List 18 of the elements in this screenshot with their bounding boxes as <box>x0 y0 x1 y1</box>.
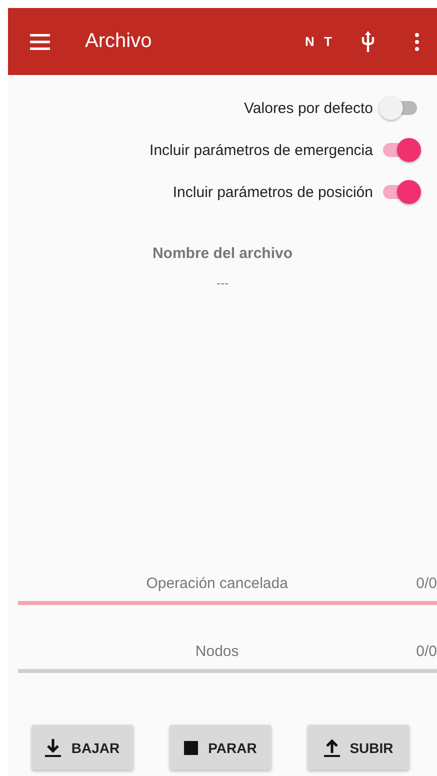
toggle-label: Valores por defecto <box>244 100 373 116</box>
download-icon <box>45 738 62 756</box>
usb-icon[interactable] <box>361 30 375 52</box>
toggle-label: Incluir parámetros de emergencia <box>150 142 373 158</box>
upload-button[interactable]: SUBIR <box>308 725 409 770</box>
toggle-label: Incluir parámetros de posición <box>172 184 373 200</box>
stop-button[interactable]: PARAR <box>170 725 271 770</box>
app-title: Archivo <box>85 30 153 53</box>
progress-label: Operación cancelada <box>145 574 289 592</box>
progress-label: Nodos <box>194 642 240 660</box>
more-icon[interactable] <box>415 32 419 50</box>
upload-icon <box>324 738 340 756</box>
status-text: N T <box>305 34 335 49</box>
download-button[interactable]: BAJAR <box>32 725 133 770</box>
progress-count: 0/0 <box>416 574 437 592</box>
progress-count: 0/0 <box>416 642 437 660</box>
stop-icon <box>184 740 198 754</box>
menu-icon[interactable] <box>30 34 50 50</box>
